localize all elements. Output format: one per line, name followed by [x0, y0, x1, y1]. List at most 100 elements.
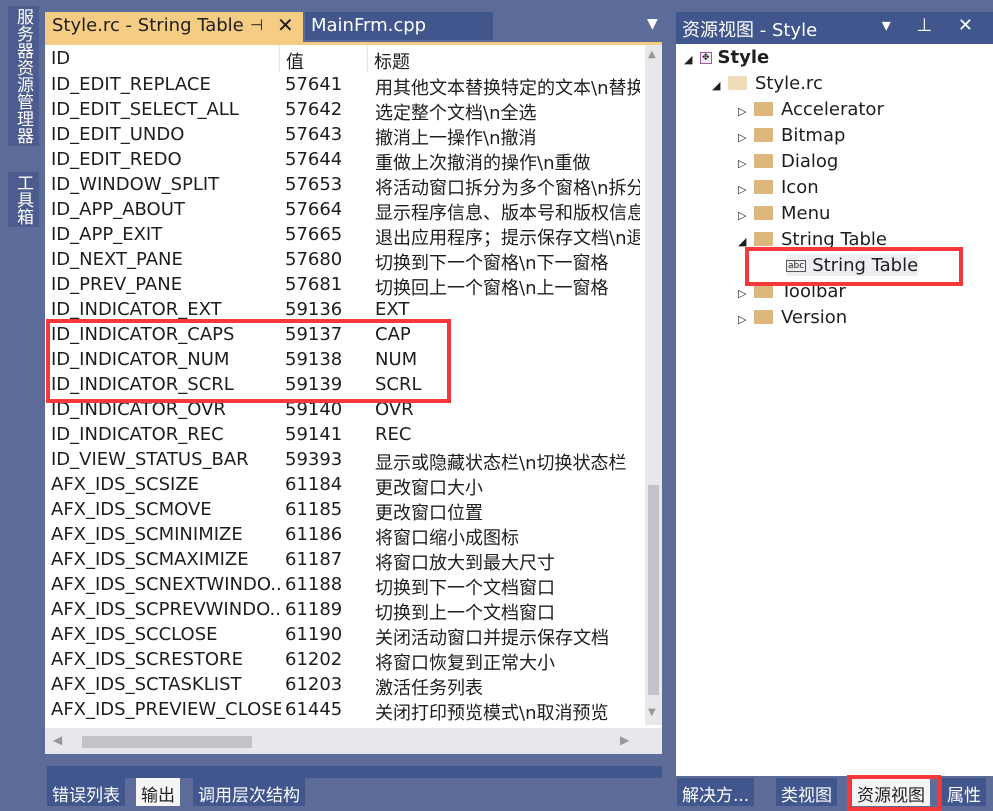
folder-icon [754, 206, 773, 220]
cell-id: AFX_IDS_SCPREVWINDO... [51, 599, 281, 620]
pin-icon[interactable]: ⊣ [250, 16, 263, 34]
cell-caption: 切换到下一个文档窗口 [375, 578, 555, 599]
tree-folder[interactable]: ▷ Bitmap [738, 125, 845, 146]
cell-value: 57664 [285, 199, 343, 220]
cell-id: AFX_IDS_SCTASKLIST [51, 674, 242, 695]
tab-error-list[interactable]: 错误列表 [47, 778, 125, 806]
tree-label: Accelerator [781, 99, 884, 120]
table-row[interactable]: ID_EDIT_REPLACE 57641 用其他文本替换特定的文本\n替换 [45, 74, 645, 99]
tree-folder[interactable]: ▷ Icon [738, 177, 819, 198]
collapsed-icon[interactable]: ▷ [738, 105, 754, 118]
close-icon[interactable]: ✕ [277, 13, 294, 37]
tab-dropdown-icon[interactable]: ▼ [647, 16, 658, 32]
vertical-scroll-thumb[interactable] [648, 485, 659, 695]
tree-folder[interactable]: ▷ Version [738, 307, 847, 328]
toolbox-tab[interactable]: 工具箱 [8, 172, 39, 227]
cell-caption: 退出应用程序；提示保存文档\n退出 [375, 228, 640, 249]
cell-id: ID_APP_EXIT [51, 224, 163, 245]
tab-string-table[interactable]: Style.rc - String Table ⊣ ✕ [45, 12, 303, 42]
resource-view-title: 资源视图 - Style ▾ ⊥ ✕ [676, 12, 993, 44]
table-row[interactable]: ID_APP_EXIT 57665 退出应用程序；提示保存文档\n退出 [45, 224, 645, 249]
table-row[interactable]: AFX_IDS_SCNEXTWINDO... 61188 切换到下一个文档窗口 [45, 574, 645, 599]
scroll-right-icon[interactable]: ▶ [620, 733, 629, 747]
cell-value: 61184 [285, 474, 343, 495]
header-caption[interactable]: 标题 [368, 45, 645, 73]
table-row[interactable]: ID_WINDOW_SPLIT 57653 将活动窗口拆分为多个窗格\n拆分 [45, 174, 645, 199]
table-row[interactable]: ID_EDIT_SELECT_ALL 57642 选定整个文档\n全选 [45, 99, 645, 124]
collapsed-icon[interactable]: ▷ [738, 209, 754, 222]
cell-id: AFX_IDS_SCMINIMIZE [51, 524, 243, 545]
open-folder-icon [728, 76, 747, 90]
left-sidebar: 服务器资源管理器 工具箱 [0, 0, 45, 808]
table-row[interactable]: ID_INDICATOR_REC 59141 REC [45, 424, 645, 449]
cell-value: 59141 [285, 424, 343, 445]
resource-view-panel: 资源视图 - Style ▾ ⊥ ✕ ◢ ✥ Style ◢ Style.rc ▷ Ac… [676, 12, 993, 776]
cell-value: 61188 [285, 574, 343, 595]
tab-mainfrm-cpp[interactable]: MainFrm.cpp [305, 12, 493, 40]
scroll-down-icon[interactable]: ▼ [648, 707, 656, 718]
panel-title: 资源视图 - Style [682, 20, 818, 41]
cell-id: ID_APP_ABOUT [51, 199, 185, 220]
expanded-icon[interactable]: ◢ [684, 53, 700, 66]
folder-icon [754, 102, 773, 116]
tree-folder[interactable]: ▷ Dialog [738, 151, 838, 172]
horizontal-scroll-thumb[interactable] [82, 736, 252, 748]
table-row[interactable]: AFX_IDS_SCSIZE 61184 更改窗口大小 [45, 474, 645, 499]
header-id[interactable]: ID [45, 45, 280, 73]
collapsed-icon[interactable]: ▷ [738, 157, 754, 170]
vertical-scrollbar[interactable]: ▲ ▼ [645, 45, 662, 725]
table-row[interactable]: ID_VIEW_STATUS_BAR 59393 显示或隐藏状态栏\n切换状态栏 [45, 449, 645, 474]
cell-id: AFX_IDS_SCMAXIMIZE [51, 549, 249, 570]
table-row[interactable]: ID_EDIT_UNDO 57643 撤消上一操作\n撤消 [45, 124, 645, 149]
highlight-box-indicators [46, 319, 451, 403]
cell-caption: EXT [375, 299, 410, 320]
tree-root-style[interactable]: ◢ ✥ Style [684, 47, 769, 68]
cell-id: ID_EDIT_REPLACE [51, 74, 211, 95]
horizontal-scrollbar[interactable]: ◀ ▶ [45, 728, 662, 754]
cell-id: ID_EDIT_SELECT_ALL [51, 99, 239, 120]
tab-call-hierarchy[interactable]: 调用层次结构 [193, 778, 305, 806]
tree-folder[interactable]: ▷ Accelerator [738, 99, 884, 120]
table-row[interactable]: AFX_IDS_PREVIEW_CLOSE 61445 关闭打印预览模式\n取消预览 [45, 699, 645, 724]
tree-folder[interactable]: ▷ Menu [738, 203, 830, 224]
table-row[interactable]: ID_PREV_PANE 57681 切换回上一个窗格\n上一窗格 [45, 274, 645, 299]
tab-properties[interactable]: 属性 [942, 778, 986, 806]
collapsed-icon[interactable]: ▷ [738, 183, 754, 196]
folder-icon [754, 284, 773, 298]
folder-icon [754, 180, 773, 194]
cell-id: ID_EDIT_UNDO [51, 124, 185, 145]
table-row[interactable]: ID_APP_ABOUT 57664 显示程序信息、版本号和版权信息 [45, 199, 645, 224]
folder-icon [754, 310, 773, 324]
table-row[interactable]: ID_EDIT_REDO 57644 重做上次撤消的操作\n重做 [45, 149, 645, 174]
table-row[interactable]: AFX_IDS_SCMINIMIZE 61186 将窗口缩小成图标 [45, 524, 645, 549]
header-value[interactable]: 值 [280, 45, 368, 73]
tab-solution-explorer[interactable]: 解决方... [677, 778, 755, 806]
cell-id: AFX_IDS_SCNEXTWINDO... [51, 574, 281, 595]
tree-label: Style.rc [755, 73, 823, 94]
collapsed-icon[interactable]: ▷ [738, 313, 754, 326]
collapsed-icon[interactable]: ▷ [738, 287, 754, 300]
cell-value: 61203 [285, 674, 343, 695]
cell-id: AFX_IDS_PREVIEW_CLOSE [51, 699, 281, 720]
table-row[interactable]: ID_NEXT_PANE 57680 切换到下一个窗格\n下一窗格 [45, 249, 645, 274]
tab-output[interactable]: 输出 [136, 778, 180, 806]
panel-buttons-icon[interactable]: ▾ ⊥ ✕ [882, 15, 983, 36]
folder-icon [754, 232, 773, 246]
cell-value: 61190 [285, 624, 343, 645]
cell-value: 57653 [285, 174, 343, 195]
scroll-up-icon[interactable]: ▲ [648, 49, 656, 60]
expanded-icon[interactable]: ◢ [712, 79, 728, 92]
cell-value: 61189 [285, 599, 343, 620]
table-row[interactable]: AFX_IDS_SCRESTORE 61202 将窗口恢复到正常大小 [45, 649, 645, 674]
tree-label: Version [781, 307, 848, 328]
tree-style-rc[interactable]: ◢ Style.rc [712, 73, 823, 94]
scroll-left-icon[interactable]: ◀ [53, 733, 62, 747]
table-row[interactable]: AFX_IDS_SCCLOSE 61190 关闭活动窗口并提示保存文档 [45, 624, 645, 649]
table-row[interactable]: AFX_IDS_SCMOVE 61185 更改窗口位置 [45, 499, 645, 524]
table-row[interactable]: AFX_IDS_SCTASKLIST 61203 激活任务列表 [45, 674, 645, 699]
table-row[interactable]: AFX_IDS_SCMAXIMIZE 61187 将窗口放大到最大尺寸 [45, 549, 645, 574]
server-explorer-tab[interactable]: 服务器资源管理器 [8, 6, 39, 146]
collapsed-icon[interactable]: ▷ [738, 131, 754, 144]
table-row[interactable]: AFX_IDS_SCPREVWINDO... 61189 切换到上一个文档窗口 [45, 599, 645, 624]
tab-class-view[interactable]: 类视图 [776, 778, 837, 806]
